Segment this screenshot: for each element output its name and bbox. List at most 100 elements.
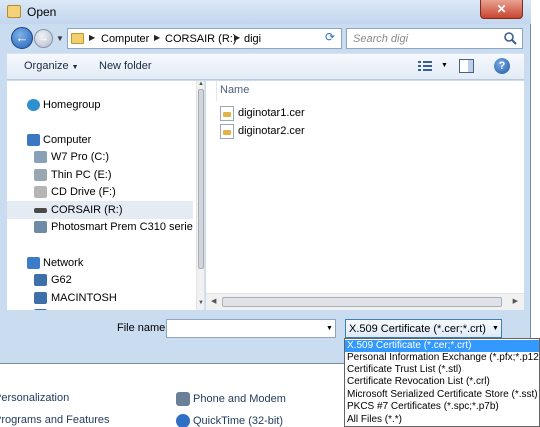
breadcrumb-computer[interactable]: Computer	[101, 33, 149, 45]
computer-icon	[27, 134, 40, 146]
phone-modem-icon	[176, 392, 190, 406]
nav-item-g62[interactable]: G62	[7, 271, 193, 289]
recent-pages-dropdown[interactable]: ▼	[56, 34, 64, 43]
homegroup-icon	[27, 99, 40, 111]
certificate-file-icon	[220, 106, 234, 121]
bg-item-quicktime[interactable]: QuickTime (32-bit)	[193, 415, 283, 427]
chevron-right-icon[interactable]: ▶	[234, 33, 240, 42]
preview-pane-icon[interactable]	[459, 59, 474, 73]
help-icon[interactable]: ?	[494, 58, 510, 74]
file-type-option[interactable]: All Files (*.*)	[345, 414, 539, 426]
chevron-down-icon: ▼	[492, 325, 499, 332]
usb-drive-icon	[34, 208, 47, 213]
file-type-option[interactable]: Certificate Revocation List (*.crl)	[345, 376, 539, 388]
scroll-up-icon[interactable]: ▲	[198, 81, 204, 87]
chevron-down-icon: ▼	[71, 64, 79, 71]
file-type-select[interactable]: X.509 Certificate (*.cer;*.crt) ▼	[345, 319, 502, 338]
cd-drive-icon	[34, 186, 47, 198]
file-type-option[interactable]: PKCS #7 Certificates (*.spc;*.p7b)	[345, 401, 539, 413]
refresh-icon[interactable]: ⟳	[321, 30, 339, 47]
search-input[interactable]: Search digi	[353, 33, 408, 45]
address-bar[interactable]: ▶ Computer ▶ CORSAIR (R:) ▶ digi ▼	[67, 28, 383, 49]
certificate-file-icon	[220, 124, 234, 139]
window-title: Open	[27, 5, 57, 19]
scroll-left-icon[interactable]: ◀	[211, 297, 216, 305]
nav-item-label: Network	[43, 257, 84, 269]
network-computer-icon	[34, 309, 47, 310]
navigation-pane: Homegroup Computer W7 Pro (C:) Thin PC (…	[7, 81, 205, 310]
file-type-option[interactable]: X.509 Certificate (*.cer;*.crt)	[345, 340, 539, 352]
file-name-label: File name:	[117, 322, 169, 334]
nav-item-label: Photosmart Prem C310 series (I	[51, 221, 193, 233]
nav-item-label: Thin PC (E:)	[51, 169, 112, 181]
file-type-dropdown-list: X.509 Certificate (*.cer;*.crt) Personal…	[344, 338, 540, 427]
network-computer-icon	[34, 292, 47, 304]
quicktime-icon	[176, 414, 190, 427]
back-button[interactable]: ←	[11, 27, 33, 49]
file-type-option[interactable]: Personal Information Exchange (*.pfx;*.p…	[345, 352, 539, 364]
chevron-right-icon[interactable]: ▶	[89, 33, 95, 42]
organize-label: Organize	[24, 60, 69, 72]
close-button[interactable]: ✕	[480, 0, 523, 19]
file-type-option[interactable]: Microsoft Serialized Certificate Store (…	[345, 389, 539, 401]
nav-item-label: CD Drive (F:)	[51, 186, 116, 198]
bg-item-label: Phone and Modem	[193, 393, 286, 405]
chevron-down-icon[interactable]: ▼	[441, 62, 448, 69]
file-name-input[interactable]	[166, 319, 336, 338]
nav-item-network[interactable]: Network	[7, 254, 193, 272]
title-bar[interactable]: Open ✕	[0, 0, 531, 24]
file-name: diginotar1.cer	[238, 107, 305, 119]
nav-item-macintosh[interactable]: MACINTOSH	[7, 289, 193, 307]
file-name: diginotar2.cer	[238, 125, 305, 137]
bg-item-label: Programs and Features	[0, 414, 110, 426]
bg-item-label: QuickTime (32-bit)	[193, 415, 284, 427]
breadcrumb-corsair[interactable]: CORSAIR (R:)	[165, 33, 237, 45]
nav-item-photosmart[interactable]: Photosmart Prem C310 series (I	[7, 218, 193, 236]
nav-item-thin-pc[interactable]: Thin PC (E:)	[7, 166, 193, 184]
file-list-pane: Name diginotar1.cer diginotar2.cer ◀ ▶	[206, 81, 524, 310]
drive-icon	[34, 151, 47, 163]
drive-icon	[34, 169, 47, 181]
nav-item-label: Homegroup	[43, 99, 101, 111]
scroll-down-icon[interactable]: ▼	[198, 300, 204, 306]
horizontal-scrollbar[interactable]: ◀ ▶	[206, 293, 524, 310]
folder-icon	[71, 33, 84, 44]
network-computer-icon	[34, 274, 47, 286]
column-divider	[216, 81, 217, 101]
search-box[interactable]: Search digi	[346, 28, 523, 49]
nav-item-label: CORSAIR (R:)	[51, 204, 123, 216]
nav-item-homegroup[interactable]: Homegroup	[7, 96, 193, 114]
file-type-value: X.509 Certificate (*.cer;*.crt)	[349, 323, 486, 335]
search-icon[interactable]	[503, 31, 518, 46]
chevron-down-icon[interactable]: ▼	[326, 325, 333, 332]
chevron-right-icon[interactable]: ▶	[154, 33, 160, 42]
nav-item-cd-drive[interactable]: CD Drive (F:)	[7, 183, 193, 201]
scrollbar-thumb[interactable]	[198, 89, 204, 269]
breadcrumb-digi[interactable]: digi	[244, 33, 261, 45]
nav-item-label: Computer	[43, 134, 92, 146]
nav-item-corsair[interactable]: CORSAIR (R:)	[7, 201, 193, 219]
forward-button[interactable]: →	[34, 29, 53, 48]
command-toolbar: Organize ▼ New folder ▼ ?	[7, 53, 524, 80]
navigation-scrollbar[interactable]: ▲ ▼	[196, 81, 204, 310]
nav-item-label: MACINTOSH	[51, 292, 117, 304]
bg-item-programs[interactable]: Programs and Features	[0, 414, 110, 426]
scroll-right-icon[interactable]: ▶	[513, 297, 518, 305]
scrollbar-thumb[interactable]	[222, 297, 502, 307]
bg-item-phone-modem[interactable]: Phone and Modem	[193, 393, 286, 405]
nav-item-partial[interactable]	[7, 306, 193, 310]
new-folder-label: New folder	[99, 60, 152, 72]
nav-item-label: W7 Pro (C:)	[51, 151, 110, 163]
nav-item-w7-pro[interactable]: W7 Pro (C:)	[7, 148, 193, 166]
file-type-option[interactable]: Certificate Trust List (*.stl)	[345, 364, 539, 376]
organize-button[interactable]: Organize ▼	[24, 60, 79, 72]
new-folder-button[interactable]: New folder	[99, 60, 152, 72]
printer-icon	[34, 221, 47, 233]
bg-item-label: Personalization	[0, 392, 70, 404]
network-icon	[27, 257, 40, 269]
folder-icon	[7, 5, 21, 18]
nav-item-computer[interactable]: Computer	[7, 131, 193, 149]
view-options-icon[interactable]	[418, 60, 432, 72]
bg-item-personalization[interactable]: Personalization	[0, 392, 69, 404]
column-header-name[interactable]: Name	[220, 84, 249, 96]
